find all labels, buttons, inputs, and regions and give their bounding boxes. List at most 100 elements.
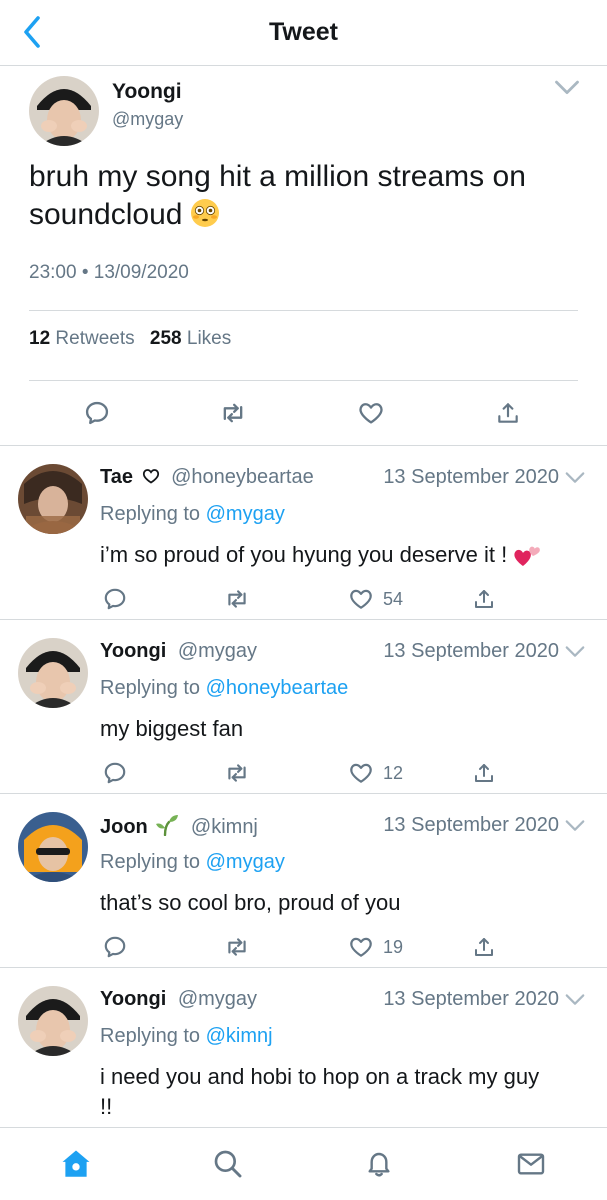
- avatar-image: [29, 76, 99, 146]
- reply-actions: 12: [0, 756, 607, 788]
- meta-separator: •: [81, 262, 89, 283]
- likes-label: Likes: [186, 328, 232, 349]
- reply-date: 13 September 2020: [383, 814, 559, 836]
- like-button[interactable]: [344, 582, 378, 616]
- home-icon: [62, 1150, 90, 1177]
- avatar[interactable]: [18, 638, 88, 708]
- like-button[interactable]: [354, 396, 388, 430]
- reply-date: 13 September 2020: [383, 988, 559, 1010]
- reply-actions: 19: [0, 930, 607, 962]
- author-name[interactable]: Yoongi: [112, 80, 182, 104]
- reply-button[interactable]: [98, 582, 132, 616]
- tweet-actions: [0, 396, 607, 432]
- replying-to: Replying to @kimnj: [100, 1025, 273, 1048]
- like-count: 19: [383, 937, 404, 957]
- tab-notifications[interactable]: [361, 1146, 397, 1182]
- avatar[interactable]: [29, 76, 99, 146]
- tweet-date: 13/09/2020: [93, 262, 189, 283]
- author-handle[interactable]: @honeybeartae: [171, 466, 314, 488]
- seedling-icon: [156, 815, 179, 837]
- share-button[interactable]: [491, 396, 525, 430]
- reply-actions: 54: [0, 582, 607, 614]
- chevron-down-icon[interactable]: [564, 992, 586, 1008]
- author-name[interactable]: Yoongi: [100, 988, 166, 1010]
- like-button[interactable]: [344, 930, 378, 964]
- replying-prefix: Replying to: [100, 1025, 201, 1047]
- replying-to: Replying to @mygay: [100, 503, 285, 526]
- chevron-down-icon[interactable]: [553, 78, 581, 98]
- heart-icon: [348, 586, 374, 612]
- tweet-text-content: bruh my song hit a million streams on so…: [29, 160, 526, 231]
- tweet-time: 23:00: [29, 262, 77, 283]
- reply-header: Yoongi @mygay: [100, 640, 257, 663]
- divider: [29, 380, 578, 381]
- reply-tweet[interactable]: Joon @kimnj 13 September 2020 Replying t…: [0, 794, 607, 968]
- reply-text: i’m so proud of you hyung you deserve it…: [100, 540, 590, 570]
- avatar[interactable]: [18, 464, 88, 534]
- reply-text: my biggest fan: [100, 716, 244, 741]
- reply-button[interactable]: [80, 396, 114, 430]
- author-handle[interactable]: @kimnj: [191, 816, 258, 838]
- reply-tweet[interactable]: Yoongi @mygay 13 September 2020 Replying…: [0, 620, 607, 794]
- avatar-image: [18, 812, 88, 882]
- share-button[interactable]: [467, 930, 501, 964]
- retweets-label: Retweets: [55, 328, 135, 349]
- share-icon: [472, 587, 496, 611]
- author-name[interactable]: Joon: [100, 816, 148, 838]
- reply-button[interactable]: [98, 756, 132, 790]
- replying-prefix: Replying to: [100, 503, 201, 525]
- avatar[interactable]: [18, 986, 88, 1056]
- reply-text-content: i’m so proud of you hyung you deserve it…: [100, 542, 508, 567]
- mention-link[interactable]: @kimnj: [206, 1025, 273, 1047]
- likes-stat[interactable]: 258 Likes: [150, 328, 231, 349]
- author-handle[interactable]: @mygay: [178, 640, 257, 662]
- flushed-face-emoji-icon: [190, 198, 220, 238]
- tweet-timestamp: 23:00 • 13/09/2020: [29, 262, 189, 284]
- share-icon: [472, 935, 496, 959]
- replying-prefix: Replying to: [100, 851, 201, 873]
- author-name[interactable]: Tae: [100, 466, 133, 488]
- reply-date: 13 September 2020: [383, 640, 559, 662]
- author-name[interactable]: Yoongi: [100, 640, 166, 662]
- share-button[interactable]: [467, 582, 501, 616]
- tab-home[interactable]: [58, 1146, 94, 1182]
- chevron-down-icon[interactable]: [564, 644, 586, 660]
- replying-to: Replying to @mygay: [100, 851, 285, 874]
- bottom-tab-bar: [0, 1127, 607, 1200]
- like-button[interactable]: [344, 756, 378, 790]
- tweet-stats: 12 Retweets 258 Likes: [29, 328, 231, 350]
- share-button[interactable]: [467, 756, 501, 790]
- divider: [29, 310, 578, 311]
- tab-search[interactable]: [210, 1146, 246, 1182]
- author-handle[interactable]: @mygay: [112, 109, 183, 130]
- heart-icon: [348, 760, 374, 786]
- replying-to: Replying to @honeybeartae: [100, 677, 348, 700]
- avatar-image: [18, 986, 88, 1056]
- mention-link[interactable]: @mygay: [206, 503, 285, 525]
- reply-icon: [102, 934, 128, 960]
- share-icon: [472, 761, 496, 785]
- retweet-button[interactable]: [220, 582, 254, 616]
- replying-prefix: Replying to: [100, 677, 201, 699]
- reply-date: 13 September 2020: [383, 466, 559, 488]
- avatar-image: [18, 464, 88, 534]
- reply-header: Joon @kimnj: [100, 814, 258, 839]
- retweets-stat[interactable]: 12 Retweets: [29, 328, 135, 349]
- avatar[interactable]: [18, 812, 88, 882]
- retweet-button[interactable]: [220, 756, 254, 790]
- main-tweet: Yoongi @mygay bruh my song hit a million…: [0, 66, 607, 446]
- mention-link[interactable]: @honeybeartae: [206, 677, 349, 699]
- reply-button[interactable]: [98, 930, 132, 964]
- heart-icon: [357, 399, 385, 427]
- avatar-image: [18, 638, 88, 708]
- reply-tweet[interactable]: Tae @honeybeartae 13 September 2020 Repl…: [0, 446, 607, 620]
- mention-link[interactable]: @mygay: [206, 851, 285, 873]
- retweet-button[interactable]: [220, 930, 254, 964]
- tab-messages[interactable]: [513, 1146, 549, 1182]
- chevron-down-icon[interactable]: [564, 818, 586, 834]
- chevron-down-icon[interactable]: [564, 470, 586, 486]
- search-icon: [214, 1150, 242, 1178]
- retweet-button[interactable]: [216, 396, 250, 430]
- reply-tweet[interactable]: Yoongi @mygay 13 September 2020 Replying…: [0, 968, 607, 1127]
- author-handle[interactable]: @mygay: [178, 988, 257, 1010]
